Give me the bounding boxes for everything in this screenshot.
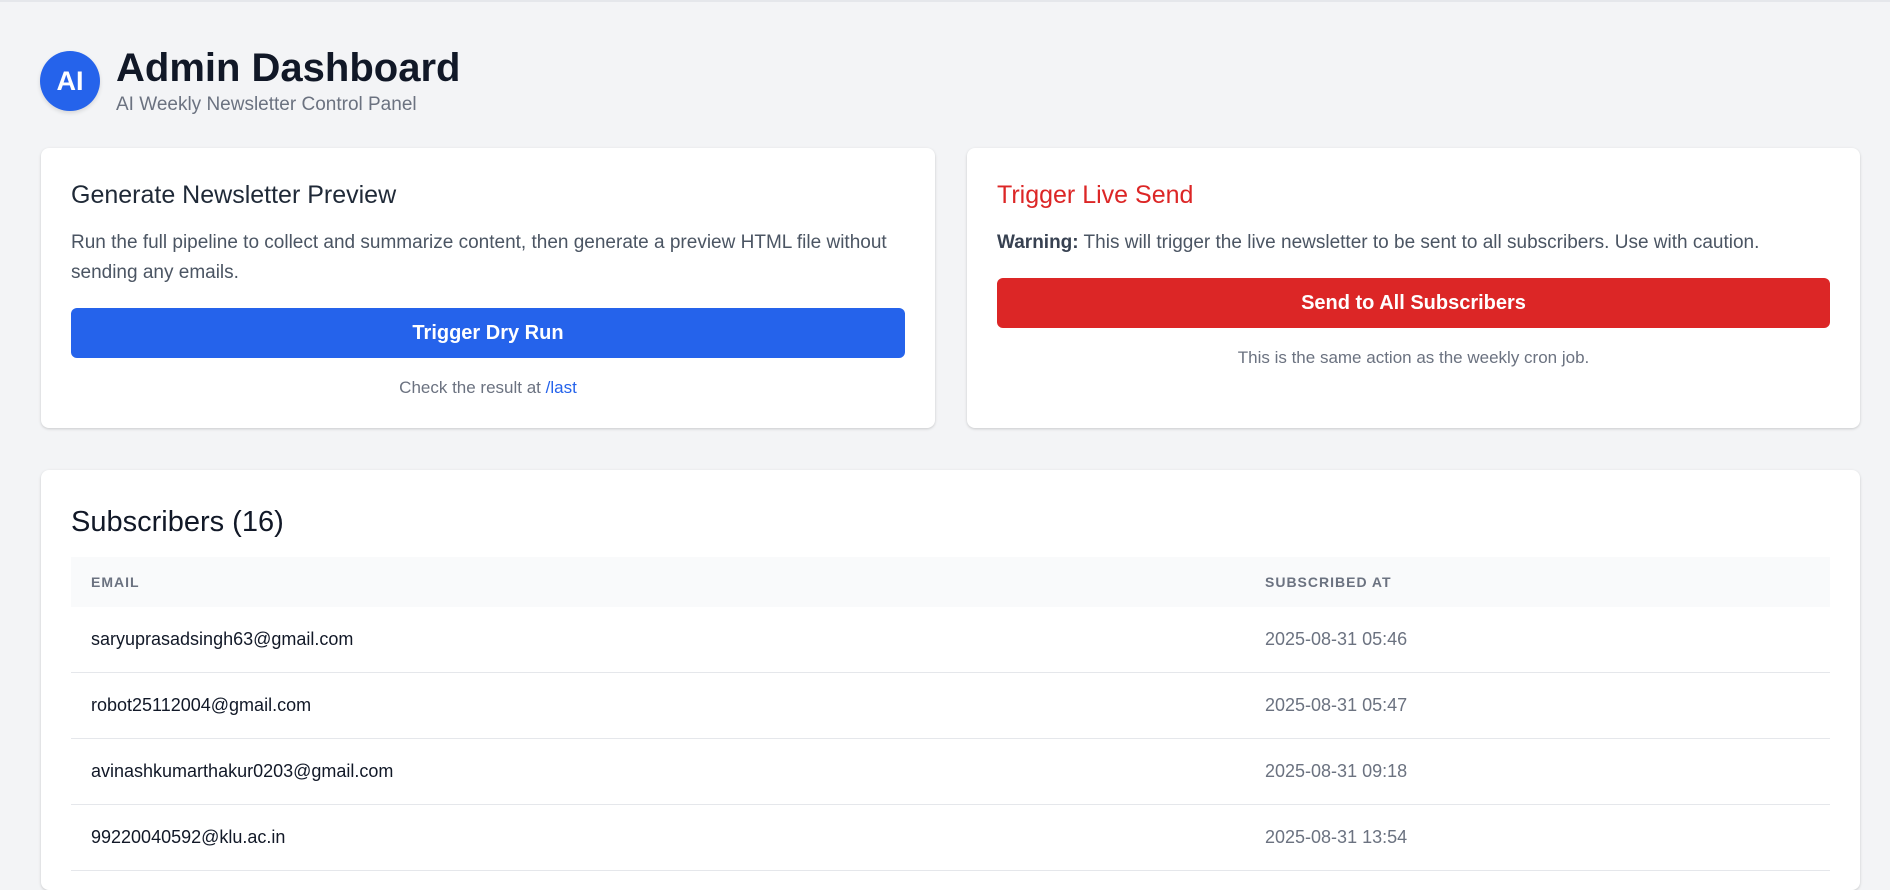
live-send-warning: Warning: This will trigger the live news… (997, 228, 1830, 258)
subscriber-date: 2025-08-31 09:18 (1245, 738, 1830, 805)
subscriber-email: robot25112004@gmail.com (71, 672, 1245, 739)
dry-run-card: Generate Newsletter Preview Run the full… (41, 148, 935, 428)
warning-text: This will trigger the live newsletter to… (1078, 232, 1760, 253)
table-row: avinashkumarthakur0203@gmail.com 2025-08… (71, 738, 1830, 805)
warning-label: Warning: (997, 232, 1079, 253)
page-subtitle: AI Weekly Newsletter Control Panel (116, 94, 417, 115)
table-header-row: EMAIL SUBSCRIBED AT (71, 557, 1830, 607)
logo-avatar: AI (40, 51, 100, 111)
last-result-link[interactable]: /last (546, 378, 577, 397)
table-row: robot25112004@gmail.com 2025-08-31 05:47 (71, 672, 1830, 739)
live-send-card: Trigger Live Send Warning: This will tri… (967, 148, 1860, 428)
subscriber-date: 2025-08-31 05:47 (1245, 672, 1830, 739)
column-header-subscribed-at: SUBSCRIBED AT (1265, 574, 1392, 590)
dry-run-hint: Check the result at /last (71, 378, 905, 398)
live-send-title: Trigger Live Send (997, 181, 1194, 209)
subscribers-card: Subscribers (16) EMAIL SUBSCRIBED AT sar… (41, 470, 1860, 890)
admin-dashboard-page: AI Admin Dashboard AI Weekly Newsletter … (0, 0, 1890, 890)
subscriber-email: saryuprasadsingh63@gmail.com (71, 607, 1245, 673)
dry-run-description: Run the full pipeline to collect and sum… (71, 232, 887, 283)
subscriber-date: 2025-08-31 05:46 (1245, 607, 1830, 673)
send-to-all-subscribers-button[interactable]: Send to All Subscribers (997, 278, 1830, 328)
subscriber-email: avinashkumarthakur0203@gmail.com (71, 738, 1245, 805)
subscribers-title: Subscribers (16) (71, 506, 284, 538)
dry-run-title: Generate Newsletter Preview (71, 181, 397, 209)
subscribers-table: EMAIL SUBSCRIBED AT saryuprasadsingh63@g… (71, 557, 1830, 871)
page-header: AI Admin Dashboard AI Weekly Newsletter … (40, 46, 460, 116)
page-title: Admin Dashboard (116, 46, 461, 90)
header-titles: Admin Dashboard AI Weekly Newsletter Con… (116, 46, 460, 116)
trigger-dry-run-button[interactable]: Trigger Dry Run (71, 308, 905, 358)
dry-run-hint-text: Check the result at (399, 378, 546, 397)
table-row: saryuprasadsingh63@gmail.com 2025-08-31 … (71, 607, 1830, 673)
live-send-hint: This is the same action as the weekly cr… (1237, 348, 1590, 367)
column-header-email: EMAIL (91, 574, 140, 590)
